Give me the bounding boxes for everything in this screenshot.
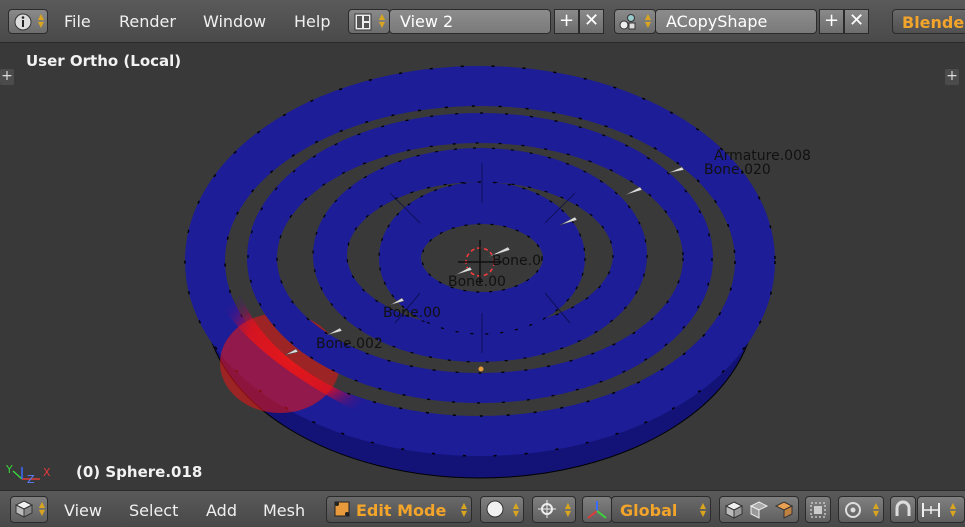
updown-arrows-icon: ▲ ▼ bbox=[872, 501, 880, 518]
mode-selector[interactable]: Edit Mode ▲ ▼ bbox=[326, 496, 472, 523]
select-mode-group bbox=[719, 496, 799, 523]
updown-arrows-icon: ▲ ▼ bbox=[644, 12, 652, 29]
menu-add[interactable]: Add bbox=[206, 501, 237, 520]
menu-window[interactable]: Window bbox=[203, 12, 266, 31]
updown-arrows-icon: ▲ ▼ bbox=[38, 500, 46, 517]
scene-icon bbox=[619, 14, 636, 30]
updown-arrows-icon: ▲ ▼ bbox=[512, 501, 520, 518]
menu-file[interactable]: File bbox=[64, 12, 91, 31]
toolshelf-toggle-icon[interactable]: + bbox=[0, 69, 14, 85]
edit-mode-icon bbox=[334, 501, 350, 517]
cube-icon bbox=[15, 500, 33, 518]
info-header: ▲ ▼ File Render Window Help ▲ ▼ View 2 + ✕… bbox=[0, 0, 965, 43]
screen-layout-name[interactable]: View 2 bbox=[389, 9, 551, 34]
3d-viewport[interactable]: Armature.008 Bone.020 Bone.0 Bone.00 Bon… bbox=[0, 43, 965, 490]
scene-canvas[interactable]: Armature.008 Bone.020 Bone.0 Bone.00 Bon… bbox=[0, 43, 965, 490]
editor-type-button[interactable]: ▲ ▼ bbox=[10, 496, 48, 523]
svg-text:Y: Y bbox=[5, 463, 13, 476]
viewport-shading-selector[interactable]: ▲ ▼ bbox=[480, 496, 524, 523]
updown-arrows-icon: ▲ ▼ bbox=[37, 12, 45, 29]
manipulator-icon bbox=[587, 501, 607, 519]
occlude-geometry-toggle[interactable] bbox=[805, 496, 831, 523]
updown-arrows-icon: ▲ ▼ bbox=[699, 501, 707, 518]
bone-label: Bone.002 bbox=[316, 336, 383, 352]
menu-render[interactable]: Render bbox=[119, 12, 176, 31]
close-layout-icon[interactable]: ✕ bbox=[579, 9, 604, 34]
proportional-edit-icon bbox=[845, 502, 861, 518]
scene-name[interactable]: ACopyShape bbox=[655, 9, 817, 34]
pivot-icon bbox=[538, 500, 556, 518]
active-object-label: (0) Sphere.018 bbox=[76, 463, 203, 481]
magnet-icon bbox=[895, 500, 911, 516]
bone-label: Bone.00 bbox=[383, 305, 441, 321]
updown-arrows-icon: ▲ ▼ bbox=[460, 501, 468, 518]
properties-toggle-icon[interactable]: + bbox=[945, 69, 959, 85]
vertex-select-icon[interactable] bbox=[723, 499, 745, 521]
orientation-selector[interactable]: Global ▲ ▼ bbox=[611, 496, 711, 523]
menu-help[interactable]: Help bbox=[294, 12, 330, 31]
snap-toggle[interactable] bbox=[890, 496, 916, 523]
menu-select[interactable]: Select bbox=[129, 501, 178, 520]
mode-label: Edit Mode bbox=[356, 501, 447, 520]
solid-shading-icon bbox=[486, 500, 504, 518]
orientation-label: Global bbox=[620, 501, 678, 520]
menu-mesh[interactable]: Mesh bbox=[263, 501, 305, 520]
close-scene-icon[interactable]: ✕ bbox=[844, 9, 869, 34]
scene-selector[interactable]: ▲ ▼ bbox=[614, 9, 656, 34]
pivot-point-selector[interactable]: ▲ ▼ bbox=[532, 496, 576, 523]
snap-increment-icon bbox=[922, 503, 940, 517]
face-select-icon[interactable] bbox=[773, 499, 795, 521]
proportional-edit-selector[interactable]: ▲ ▼ bbox=[838, 496, 884, 523]
screen-layout-selector[interactable]: ▲ ▼ bbox=[348, 9, 390, 34]
updown-arrows-icon: ▲ ▼ bbox=[949, 501, 957, 518]
menu-view[interactable]: View bbox=[64, 501, 102, 520]
render-engine-selector[interactable]: Blender bbox=[892, 9, 965, 34]
updown-arrows-icon: ▲ ▼ bbox=[378, 12, 386, 29]
bone-label: Bone.0 bbox=[492, 253, 541, 269]
view-label: User Ortho (Local) bbox=[26, 52, 182, 70]
svg-text:X: X bbox=[43, 466, 51, 479]
updown-arrows-icon: ▲ ▼ bbox=[564, 501, 572, 518]
edge-select-icon[interactable] bbox=[748, 499, 770, 521]
origin-dot bbox=[478, 366, 484, 372]
info-icon bbox=[14, 13, 32, 31]
editor-type-button[interactable]: ▲ ▼ bbox=[8, 9, 48, 34]
axis-gizmo-icon: Y Z X bbox=[5, 463, 51, 486]
add-layout-icon[interactable]: + bbox=[554, 9, 579, 34]
svg-text:Z: Z bbox=[27, 473, 35, 486]
snap-element-selector[interactable]: ▲ ▼ bbox=[917, 496, 965, 523]
render-engine-label: Blender bbox=[902, 13, 965, 32]
layout-icon bbox=[354, 13, 372, 31]
add-scene-icon[interactable]: + bbox=[819, 9, 844, 34]
bone-label: Bone.00 bbox=[448, 274, 506, 290]
manipulator-toggle[interactable] bbox=[582, 496, 612, 523]
occlude-icon bbox=[810, 502, 826, 518]
bone-label: Bone.020 bbox=[704, 162, 771, 178]
